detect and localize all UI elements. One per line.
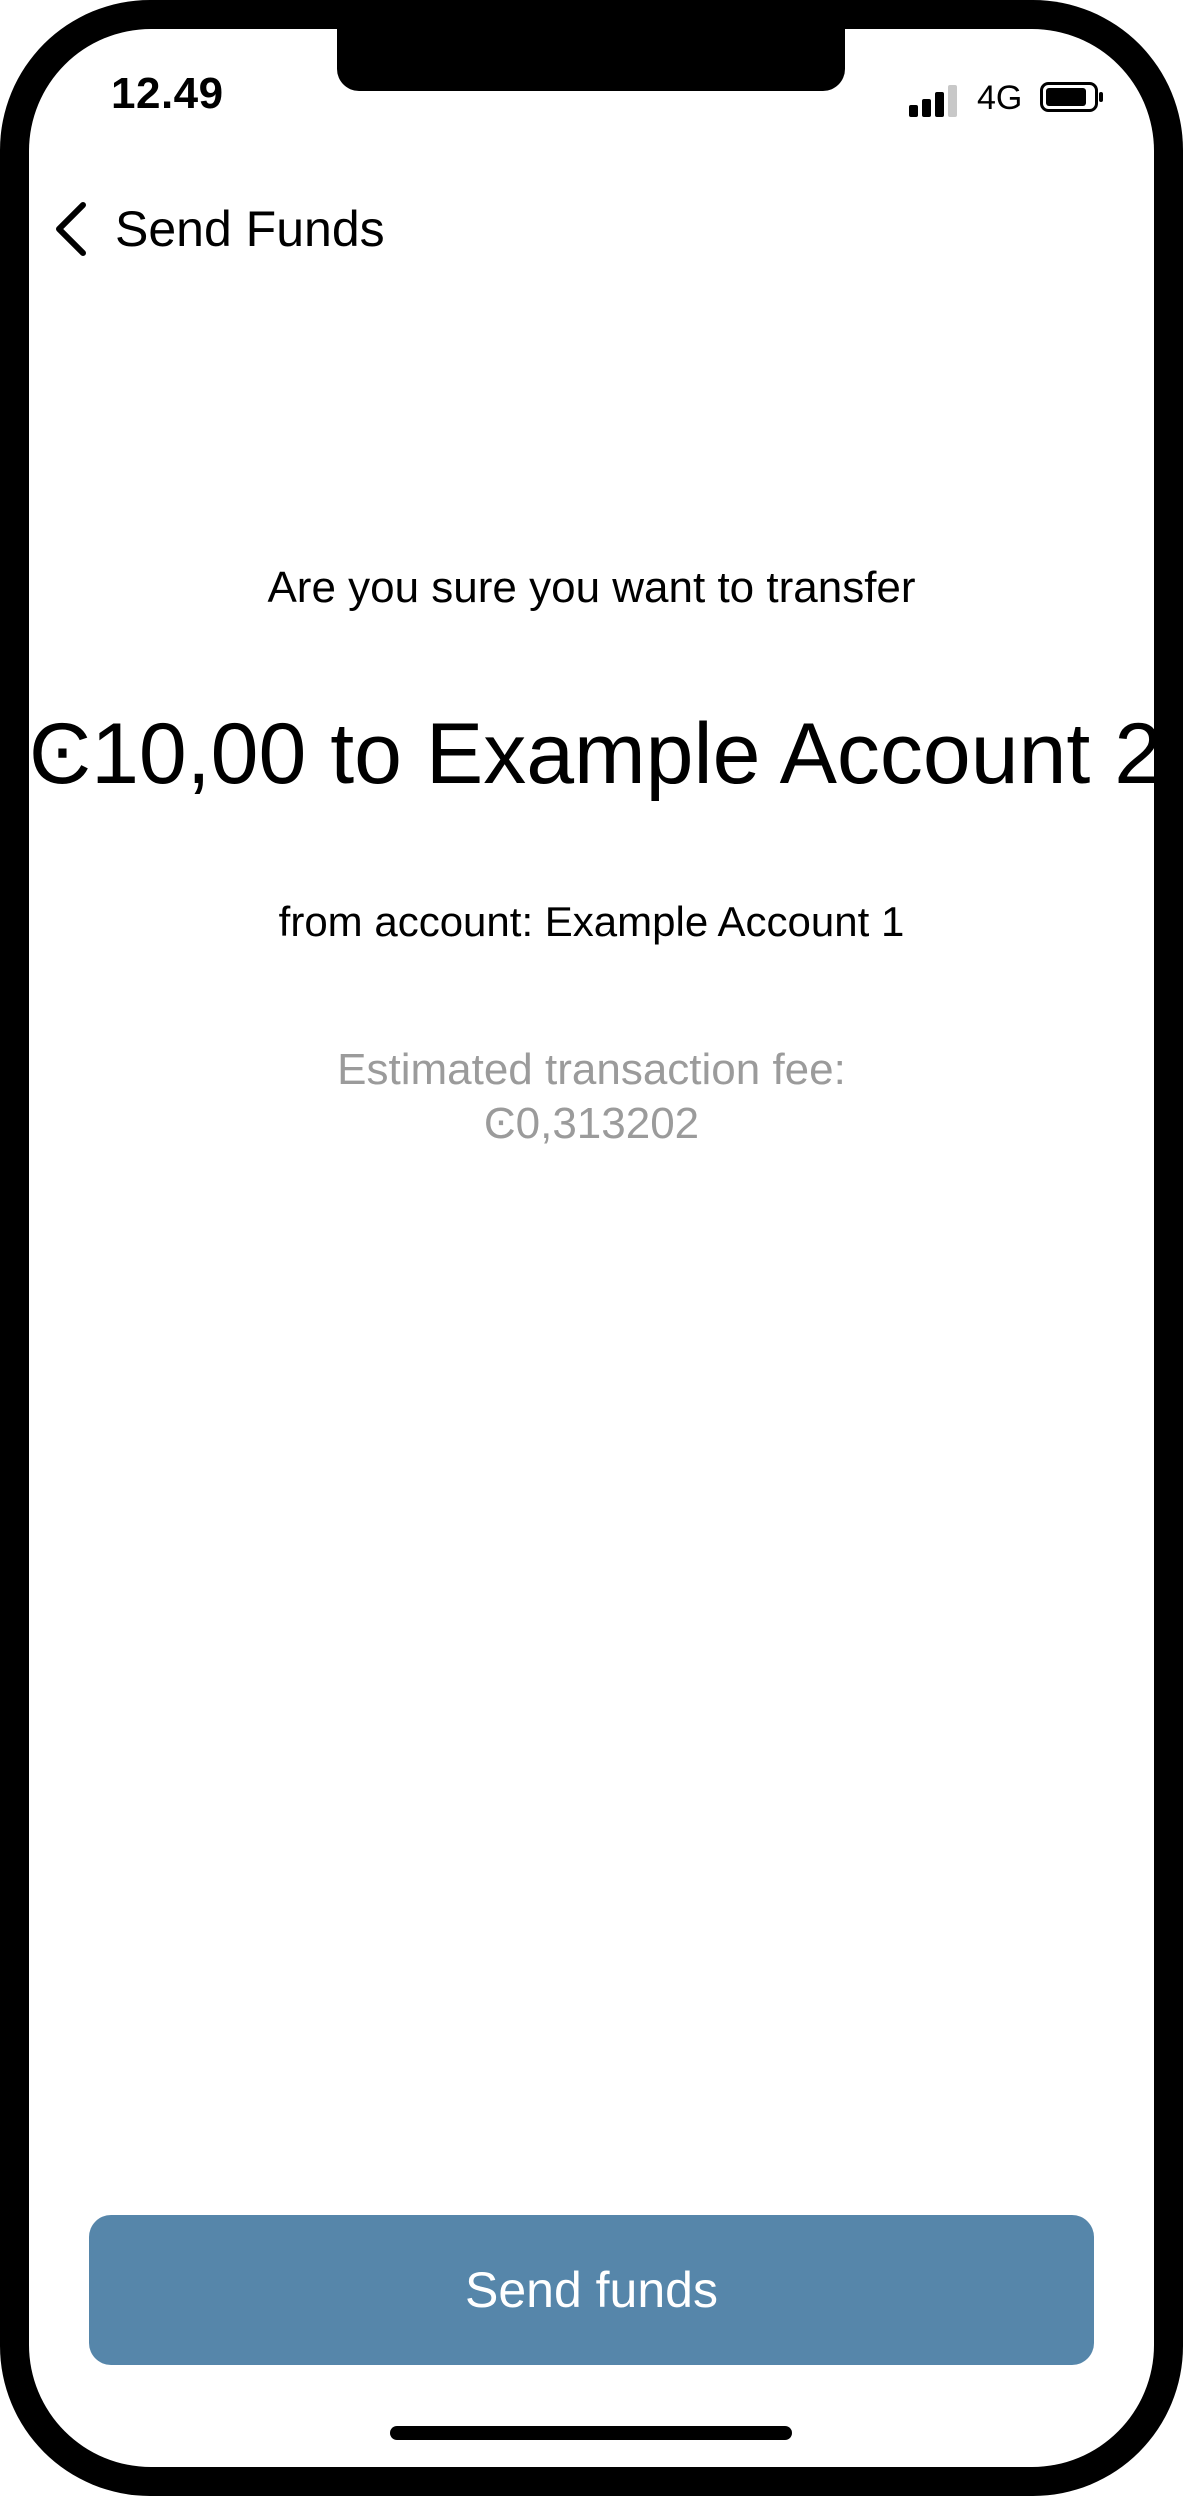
back-button[interactable]: Send Funds [51,189,385,269]
send-funds-label: Send funds [465,2262,718,2318]
status-time: 12.49 [111,69,224,118]
transfer-summary: Ͼ10,00 to Example Account 2 [29,706,1154,802]
fee-label: Estimated transaction fee: [337,1045,846,1094]
cellular-signal-icon [909,85,961,117]
device-notch [337,29,845,91]
app-screen: 12.49 4G Send Funds Are you sure you wan… [29,29,1154,2467]
fee-value: Ͼ0,313202 [483,1099,700,1148]
transaction-fee: Estimated transaction fee: Ͼ0,313202 [29,1043,1154,1151]
confirmation-prompt: Are you sure you want to transfer [267,563,916,612]
source-account-line: from account: Example Account 1 [278,898,905,945]
home-indicator [390,2426,792,2440]
device-frame: 12.49 4G Send Funds Are you sure you wan… [0,0,1183,2496]
send-funds-button[interactable]: Send funds [89,2215,1094,2365]
network-type-label: 4G [977,79,1023,117]
page-title: Send Funds [115,201,385,257]
chevron-left-icon [56,202,86,256]
battery-icon [1040,82,1103,112]
